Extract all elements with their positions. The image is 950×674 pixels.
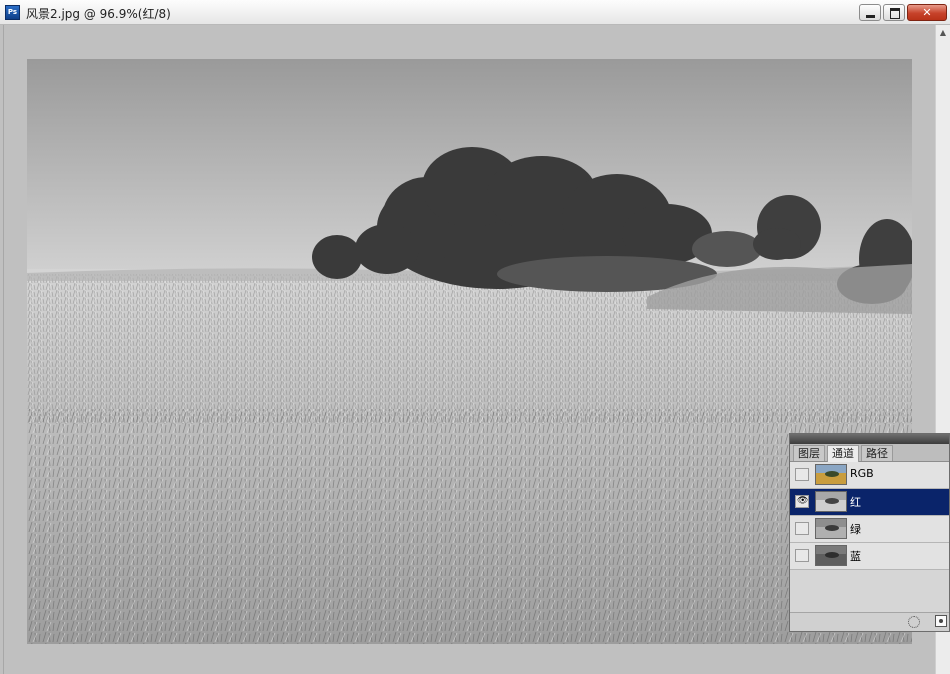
tab-layers[interactable]: 图层 [793,445,825,461]
channel-name: 绿 [850,523,861,536]
visibility-toggle[interactable] [795,468,809,481]
panel-header-bar[interactable] [790,434,949,444]
document-title: 风景2.jpg @ 96.9%(红/8) [26,7,171,21]
channel-thumbnail-blue [815,545,847,566]
panel-footer [790,612,949,631]
tab-channels[interactable]: 通道 [827,445,859,462]
minimize-button[interactable] [859,4,881,21]
eye-icon: 👁 [797,496,809,506]
channel-row-red[interactable]: 👁 红 [790,489,949,516]
photoshop-app-icon: Ps [5,5,20,20]
channels-panel[interactable]: 图层 通道 路径 RGB 👁 红 绿 蓝 [789,433,950,632]
channel-row-blue[interactable]: 蓝 [790,543,949,570]
panel-tabs: 图层 通道 路径 [790,444,949,462]
document-title-bar[interactable]: Ps 风景2.jpg @ 96.9%(红/8) [0,0,950,25]
scroll-up-icon[interactable]: ▲ [936,25,950,41]
channel-name: RGB [850,467,874,480]
red-thumbnail [816,492,846,511]
close-button[interactable] [907,4,947,21]
maximize-button[interactable] [883,4,905,21]
channel-name: 红 [850,496,861,509]
green-thumbnail [816,519,846,538]
visibility-toggle[interactable] [795,549,809,562]
channel-list: RGB 👁 红 绿 蓝 [790,462,949,570]
visibility-toggle[interactable]: 👁 [795,495,809,508]
landscape-photo [27,59,912,644]
rgb-thumbnail [816,465,846,484]
visibility-toggle[interactable] [795,522,809,535]
mask-icon[interactable] [935,615,947,627]
document-image[interactable] [27,59,912,644]
channel-thumbnail-rgb [815,464,847,485]
channel-row-rgb[interactable]: RGB [790,462,949,489]
channel-thumbnail-green [815,518,847,539]
tab-paths[interactable]: 路径 [861,445,893,461]
dotted-circle-icon[interactable] [908,616,920,628]
channel-thumbnail-red [815,491,847,512]
channel-row-green[interactable]: 绿 [790,516,949,543]
channel-name: 蓝 [850,550,861,563]
blue-thumbnail [816,546,846,565]
